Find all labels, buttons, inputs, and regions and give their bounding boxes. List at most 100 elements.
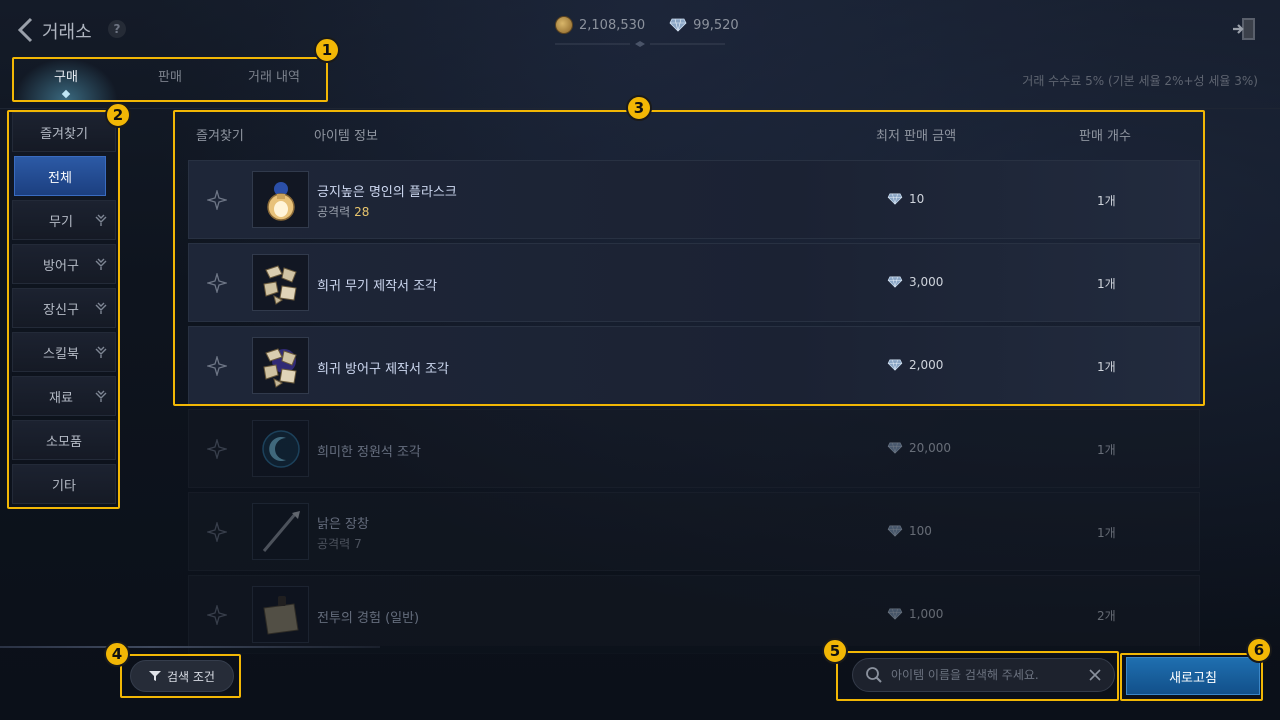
table-row[interactable]: 희미한 정원석 조각 20,000 1개	[188, 409, 1200, 488]
sidebar-item-label: 기타	[52, 478, 76, 494]
tab-sell[interactable]: 판매	[118, 58, 222, 100]
sidebar-item-weapon[interactable]: 무기	[12, 200, 116, 240]
tab-buy[interactable]: 구매	[14, 58, 118, 100]
sidebar-item-label: 스킬북	[43, 346, 79, 362]
favorite-star-icon[interactable]	[207, 356, 227, 376]
sidebar-item-label: 장신구	[43, 302, 79, 318]
sidebar-item-skillbook[interactable]: 스킬북	[12, 332, 116, 372]
favorite-star-icon[interactable]	[207, 190, 227, 210]
stat-value: 7	[354, 537, 362, 551]
search-icon	[866, 667, 882, 683]
sidebar-item-label: 방어구	[43, 258, 79, 274]
sidebar-item-consumable[interactable]: 소모품	[12, 420, 116, 460]
chevron-down-icon	[95, 258, 107, 270]
item-count: 1개	[1097, 194, 1116, 208]
favorite-star-icon[interactable]	[207, 605, 227, 625]
moon-stone-icon	[252, 420, 309, 477]
price-value: 10	[909, 192, 925, 206]
item-list: 긍지높은 명인의 플라스크 공격력 28 10 1개 희귀 무기 제작서 조각 3…	[188, 160, 1200, 658]
annotation-badge-6: 6	[1246, 637, 1272, 663]
page-title: 거래소	[42, 22, 92, 43]
item-stat: 공격력 7	[317, 535, 362, 552]
gold-amount: 2,108,530	[579, 17, 646, 33]
item-count: 1개	[1097, 277, 1116, 291]
gem-icon	[887, 525, 903, 537]
search-box	[852, 658, 1115, 692]
favorite-star-icon[interactable]	[207, 273, 227, 293]
gem-icon	[887, 359, 903, 371]
item-count: 1개	[1097, 443, 1116, 457]
table-row[interactable]: 전투의 경험 (일반) 1,000 2개	[188, 575, 1200, 654]
item-count: 2개	[1097, 609, 1116, 623]
table-row[interactable]: 긍지높은 명인의 플라스크 공격력 28 10 1개	[188, 160, 1200, 239]
price-value: 3,000	[909, 275, 944, 289]
annotation-badge-4: 4	[104, 641, 130, 667]
chevron-down-icon	[95, 302, 107, 314]
gem-amount: 99,520	[693, 17, 739, 33]
table-row[interactable]: 낡은 장창 공격력 7 100 1개	[188, 492, 1200, 571]
table-row[interactable]: 희귀 방어구 제작서 조각 2,000 1개	[188, 326, 1200, 405]
header-min-price: 최저 판매 금액	[876, 129, 957, 144]
sidebar-item-accessory[interactable]: 장신구	[12, 288, 116, 328]
sidebar-item-armor[interactable]: 방어구	[12, 244, 116, 284]
item-stat: 공격력 28	[317, 203, 369, 220]
sidebar-item-all[interactable]: 전체	[14, 156, 106, 196]
annotation-badge-2: 2	[105, 102, 131, 128]
search-filter-button[interactable]: 검색 조건	[130, 660, 234, 692]
header-favorite: 즐겨찾기	[196, 129, 244, 144]
currency-divider	[555, 41, 725, 47]
favorite-star-icon[interactable]	[207, 439, 227, 459]
currency-display: 2,108,530 99,520	[555, 16, 739, 34]
back-arrow-icon[interactable]	[14, 16, 38, 44]
chevron-down-icon	[95, 390, 107, 402]
chevron-down-icon	[95, 346, 107, 358]
gem-icon	[887, 276, 903, 288]
item-name: 희미한 정원석 조각	[317, 445, 421, 460]
gem-icon	[887, 442, 903, 454]
price-value: 2,000	[909, 358, 944, 372]
price-value: 100	[909, 524, 932, 538]
item-price: 100	[887, 524, 932, 538]
item-price: 10	[887, 192, 924, 206]
sidebar-item-favorites[interactable]: 즐겨찾기	[12, 112, 116, 152]
scroll-fragments-icon	[252, 254, 309, 311]
sidebar-item-label: 즐겨찾기	[40, 126, 88, 142]
gold-coin-icon	[555, 16, 573, 34]
item-name: 희귀 방어구 제작서 조각	[317, 362, 449, 377]
annotation-badge-5: 5	[822, 638, 848, 664]
table-row[interactable]: 희귀 무기 제작서 조각 3,000 1개	[188, 243, 1200, 322]
gem-icon	[887, 608, 903, 620]
sidebar-item-label: 소모품	[46, 434, 82, 450]
chevron-down-icon	[95, 214, 107, 226]
clear-icon[interactable]	[1088, 668, 1102, 682]
sidebar-item-etc[interactable]: 기타	[12, 464, 116, 504]
stat-label: 공격력	[317, 537, 351, 551]
search-input[interactable]	[891, 668, 1088, 682]
item-name: 전투의 경험 (일반)	[317, 611, 420, 626]
item-price: 3,000	[887, 275, 943, 289]
item-name: 낡은 장창	[317, 517, 369, 532]
exit-door-icon[interactable]	[1230, 15, 1258, 43]
item-price: 2,000	[887, 358, 943, 372]
filter-label: 검색 조건	[167, 669, 215, 684]
sidebar-item-material[interactable]: 재료	[12, 376, 116, 416]
item-count: 1개	[1097, 360, 1116, 374]
sidebar-item-label: 전체	[48, 170, 72, 186]
item-count: 1개	[1097, 526, 1116, 540]
category-sidebar: 즐겨찾기 전체 무기 방어구 장신구 스킬북 재료 소모품 기타	[10, 112, 118, 508]
annotation-badge-3: 3	[626, 95, 652, 121]
gem-icon	[669, 18, 687, 32]
tab-history[interactable]: 거래 내역	[222, 58, 326, 100]
help-icon[interactable]: ?	[108, 20, 126, 38]
tab-bar: 구매 판매 거래 내역	[14, 58, 326, 100]
item-price: 20,000	[887, 441, 951, 455]
stat-value: 28	[354, 205, 370, 219]
spear-icon	[252, 503, 309, 560]
bottom-divider	[0, 646, 380, 648]
fee-info: 거래 수수료 5% (기본 세율 2%+성 세율 3%)	[1022, 74, 1258, 88]
price-value: 20,000	[909, 441, 951, 455]
flask-icon	[252, 171, 309, 228]
refresh-button[interactable]: 새로고침	[1126, 657, 1260, 695]
favorite-star-icon[interactable]	[207, 522, 227, 542]
header-item-info: 아이템 정보	[314, 129, 378, 144]
